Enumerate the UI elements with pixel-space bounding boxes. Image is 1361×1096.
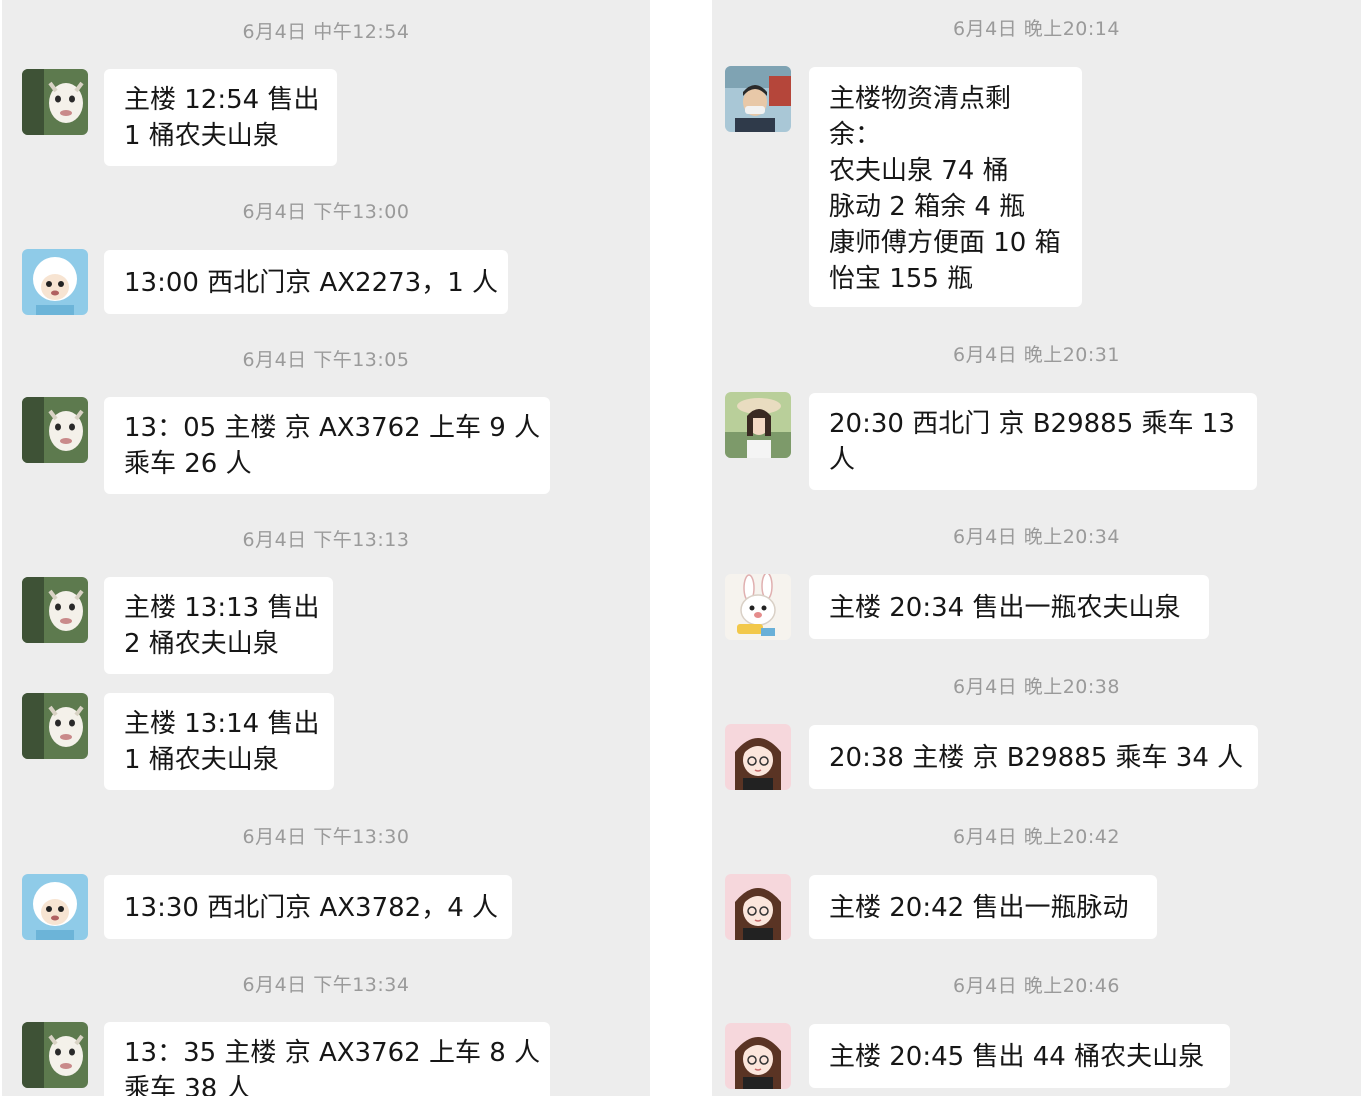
message-text: 脉动 2 箱余 4 瓶 — [829, 192, 1026, 222]
message-timestamp: 6月4日 晚上20:14 — [953, 18, 1120, 40]
message-timestamp: 6月4日 下午13:00 — [242, 201, 410, 223]
sheep-cartoon-avatar[interactable] — [22, 249, 88, 315]
message-timestamp: 6月4日 中午12:54 — [242, 21, 410, 43]
message-bubble: 主楼 20:34 售出一瓶农夫山泉 — [809, 575, 1209, 639]
message-bubble: 主楼 20:42 售出一瓶脉动 — [809, 875, 1157, 939]
photo-person-avatar[interactable] — [725, 66, 791, 132]
message-text: 2 桶农夫山泉 — [124, 629, 279, 659]
message-timestamp: 6月4日 下午13:13 — [242, 529, 410, 551]
message-bubble: 13:00 西北门京 AX2273，1 人 — [104, 250, 508, 314]
photo-girl-avatar[interactable] — [725, 392, 791, 458]
message-text: 1 桶农夫山泉 — [124, 745, 279, 775]
message-timestamp: 6月4日 晚上20:34 — [953, 526, 1120, 548]
goat-cartoon-avatar[interactable] — [22, 69, 88, 135]
message-text: 20:38 主楼 京 B29885 乘车 34 人 — [829, 743, 1244, 773]
chat-panel-left: 6月4日 中午12:54 主楼 12:54 售出 1 桶农夫山泉 6月4日 下午… — [2, 0, 650, 1096]
anime-girl-avatar[interactable] — [725, 724, 791, 790]
message-text: 主楼 13:13 售出 — [124, 593, 320, 623]
message-text: 主楼 20:45 售出 44 桶农夫山泉 — [829, 1042, 1205, 1072]
chat-panel-right: 6月4日 晚上20:14 主楼物资清点剩 余： 农夫山泉 74 桶 脉动 2 箱… — [712, 0, 1361, 1096]
message-text: 13：05 主楼 京 AX3762 上车 9 人 — [124, 413, 541, 443]
message-bubble: 13:30 西北门京 AX3782，4 人 — [104, 875, 512, 939]
message-text: 主楼 20:34 售出一瓶农夫山泉 — [829, 593, 1181, 623]
message-text: 乘车 26 人 — [124, 449, 252, 479]
message-timestamp: 6月4日 下午13:05 — [242, 349, 410, 371]
message-text: 农夫山泉 74 桶 — [829, 156, 1009, 186]
message-text: 1 桶农夫山泉 — [124, 121, 279, 151]
message-text: 康师傅方便面 10 箱 — [829, 228, 1061, 258]
message-text: 怡宝 155 瓶 — [829, 264, 974, 294]
goat-cartoon-avatar[interactable] — [22, 1022, 88, 1088]
message-bubble: 20:38 主楼 京 B29885 乘车 34 人 — [809, 725, 1258, 789]
message-text: 主楼 13:14 售出 — [124, 709, 320, 739]
message-text: 主楼物资清点剩 — [829, 84, 1012, 114]
message-text: 主楼 20:42 售出一瓶脉动 — [829, 893, 1129, 923]
message-text: 乘车 38 人 — [124, 1074, 252, 1096]
message-bubble: 20:30 西北门 京 B29885 乘车 13 人 — [809, 393, 1257, 490]
message-timestamp: 6月4日 晚上20:42 — [953, 826, 1120, 848]
goat-cartoon-avatar[interactable] — [22, 577, 88, 643]
message-timestamp: 6月4日 晚上20:46 — [953, 975, 1120, 997]
message-text: 人 — [829, 445, 856, 475]
message-text: 13:00 西北门京 AX2273，1 人 — [124, 268, 499, 298]
message-text: 13：35 主楼 京 AX3762 上车 8 人 — [124, 1038, 541, 1068]
message-bubble: 主楼物资清点剩 余： 农夫山泉 74 桶 脉动 2 箱余 4 瓶 康师傅方便面 … — [809, 67, 1082, 307]
goat-cartoon-avatar[interactable] — [22, 397, 88, 463]
anime-girl-avatar[interactable] — [725, 874, 791, 940]
bunny-cartoon-avatar[interactable] — [725, 574, 791, 640]
message-timestamp: 6月4日 晚上20:31 — [953, 344, 1120, 366]
message-bubble: 13：35 主楼 京 AX3762 上车 8 人 乘车 38 人 — [104, 1022, 550, 1096]
message-timestamp: 6月4日 下午13:30 — [242, 826, 410, 848]
sheep-cartoon-avatar[interactable] — [22, 874, 88, 940]
message-bubble: 主楼 13:13 售出 2 桶农夫山泉 — [104, 577, 333, 674]
goat-cartoon-avatar[interactable] — [22, 693, 88, 759]
message-timestamp: 6月4日 下午13:34 — [242, 974, 410, 996]
message-text: 13:30 西北门京 AX3782，4 人 — [124, 893, 499, 923]
message-text: 余： — [829, 120, 882, 150]
anime-girl-avatar[interactable] — [725, 1023, 791, 1089]
message-bubble: 主楼 13:14 售出 1 桶农夫山泉 — [104, 693, 334, 790]
message-text: 20:30 西北门 京 B29885 乘车 13 — [829, 409, 1235, 439]
message-text: 主楼 12:54 售出 — [124, 85, 320, 115]
message-bubble: 13：05 主楼 京 AX3762 上车 9 人 乘车 26 人 — [104, 397, 550, 494]
message-timestamp: 6月4日 晚上20:38 — [953, 676, 1120, 698]
message-bubble: 主楼 12:54 售出 1 桶农夫山泉 — [104, 69, 337, 166]
message-bubble: 主楼 20:45 售出 44 桶农夫山泉 — [809, 1024, 1230, 1088]
